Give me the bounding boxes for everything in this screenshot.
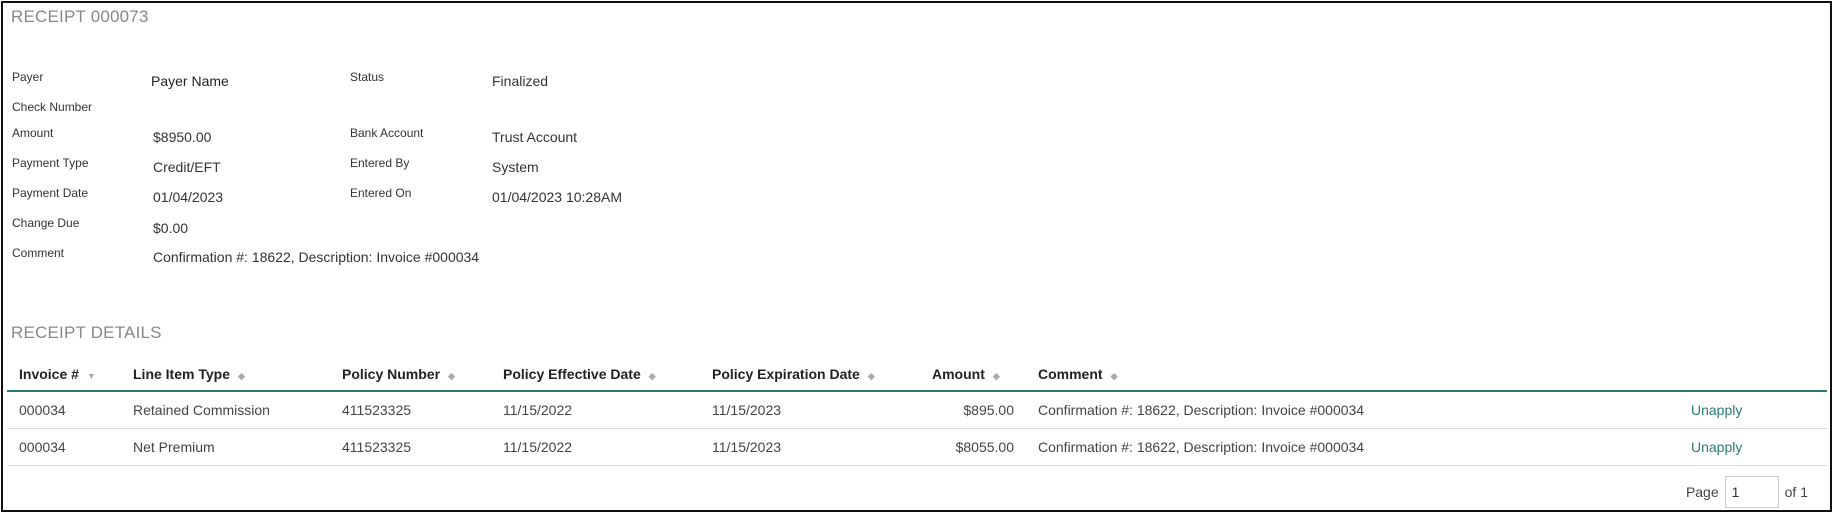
cell-effective-date: 11/15/2022 [491,391,700,429]
payer-label: Payer [12,70,44,84]
table-row: 000034 Net Premium 411523325 11/15/2022 … [7,428,1827,466]
cell-invoice: 000034 [7,391,121,429]
payment-date-value: 01/04/2023 [153,189,224,205]
column-header-comment[interactable]: Comment ◆ [1026,357,1591,392]
table-header-row: Invoice # ▼ Line Item Type ◆ Policy Number… [7,357,1827,392]
cell-expiration-date: 11/15/2023 [700,428,920,466]
receipt-details-table: Invoice # ▼ Line Item Type ◆ Policy Number… [7,357,1827,466]
sort-icon: ◆ [1110,370,1118,381]
page-total-label: of 1 [1784,484,1808,500]
cell-amount: $895.00 [920,391,1026,429]
cell-effective-date: 11/15/2022 [491,428,700,466]
amount-value: $8950.00 [153,129,212,145]
receipt-title: RECEIPT 000073 [11,7,149,26]
check-number-label: Check Number [12,100,93,114]
payment-date-label: Payment Date [12,186,89,200]
sort-icon: ◆ [448,370,455,381]
payer-value: Payer Name [151,73,229,89]
table-row: 000034 Retained Commission 411523325 11/… [7,391,1827,429]
sort-icon: ◆ [237,370,245,381]
cell-policy-number: 411523325 [330,391,491,429]
entered-on-label: Entered On [350,186,412,200]
cell-line-item-type: Retained Commission [121,391,330,429]
payment-type-value: Credit/EFT [153,159,221,175]
column-header-policy-effective-date[interactable]: Policy Effective Date ◆ [491,357,700,392]
cell-expiration-date: 11/15/2023 [700,391,920,429]
cell-policy-number: 411523325 [330,428,491,466]
column-header-amount[interactable]: Amount ◆ [920,357,1026,392]
bank-account-value: Trust Account [492,129,578,145]
column-header-policy-number[interactable]: Policy Number ◆ [330,357,491,392]
status-value: Finalized [492,73,549,89]
status-label: Status [350,70,385,84]
cell-line-item-type: Net Premium [121,428,330,466]
cell-comment: Confirmation #: 18622, Description: Invo… [1026,391,1591,429]
column-header-invoice[interactable]: Invoice # ▼ [7,357,121,392]
cell-comment: Confirmation #: 18622, Description: Invo… [1026,428,1591,466]
sort-icon: ◆ [867,370,875,381]
page-number-input[interactable] [1724,476,1779,508]
change-due-value: $0.00 [153,220,189,236]
unapply-link[interactable]: Unapply [1691,439,1742,455]
comment-label: Comment [12,246,65,260]
pagination: Page of 1 [1686,476,1808,508]
column-header-policy-expiration-date[interactable]: Policy Expiration Date ◆ [700,357,920,392]
payment-type-label: Payment Type [12,156,89,170]
column-header-actions [1591,357,1827,392]
bank-account-label: Bank Account [350,126,424,140]
page-label: Page [1685,484,1719,500]
comment-value: Confirmation #: 18622, Description: Invo… [153,249,480,265]
entered-by-value: System [492,159,539,175]
receipt-panel: RECEIPT 000073 Payer Check Number Amount… [1,1,1832,512]
sort-icon: ◆ [648,370,656,381]
cell-amount: $8055.00 [920,428,1026,466]
column-header-line-item-type[interactable]: Line Item Type ◆ [121,357,330,392]
sort-icon: ◆ [992,370,1000,381]
entered-on-value: 01/04/2023 10:28AM [492,189,622,205]
cell-action: Unapply [1591,428,1827,466]
cell-action: Unapply [1591,391,1827,429]
receipt-details-title: RECEIPT DETAILS [11,323,162,342]
sort-desc-icon: ▼ [86,370,96,381]
unapply-link[interactable]: Unapply [1691,402,1742,418]
amount-label: Amount [12,126,54,140]
entered-by-label: Entered By [350,156,410,170]
cell-invoice: 000034 [7,428,121,466]
change-due-label: Change Due [12,216,80,230]
